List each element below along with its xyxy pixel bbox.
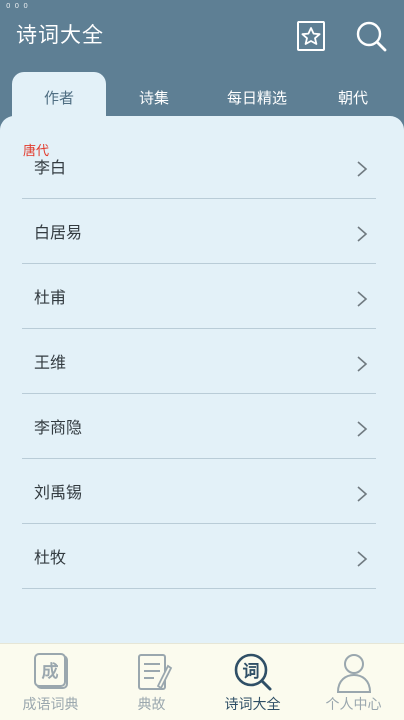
search-button[interactable] [354, 19, 388, 53]
nav-label: 诗词大全 [224, 697, 281, 713]
chevron-right-icon [357, 226, 368, 242]
app-screen: 0 0 0 诗词大全 作者 诗集 每日精选 朝代 唐代 李白 白居易 杜甫 王维… [0, 0, 404, 720]
author-name: 白居易 [34, 223, 83, 242]
tab-collections[interactable]: 诗集 [106, 72, 202, 122]
star-bookmark-icon [297, 21, 325, 51]
nav-label: 典故 [137, 697, 166, 713]
author-row-li-bai[interactable]: 李白 [22, 134, 376, 199]
author-row-bai-juyi[interactable]: 白居易 [22, 199, 376, 264]
author-name: 李白 [34, 158, 67, 177]
nav-label: 成语词典 [22, 697, 79, 713]
author-list-panel: 唐代 李白 白居易 杜甫 王维 李商隐 刘禹锡 杜牧 [0, 116, 404, 643]
app-header: 诗词大全 [0, 0, 404, 70]
author-name: 王维 [34, 353, 67, 372]
chevron-right-icon [357, 551, 368, 567]
nav-icon-glyph: 词 [243, 662, 260, 682]
nav-profile[interactable]: 个人中心 [303, 644, 404, 720]
page-title: 诗词大全 [16, 23, 104, 47]
bottom-navigation: 成 成语词典 典故 词 诗词大全 个人中心 [0, 643, 404, 720]
author-row-li-shangyin[interactable]: 李商隐 [22, 394, 376, 459]
allusion-book-icon [138, 654, 173, 690]
nav-poetry-collection[interactable]: 词 诗词大全 [202, 644, 303, 720]
author-name: 杜牧 [34, 548, 67, 567]
favorites-button[interactable] [294, 19, 328, 53]
search-icon [356, 21, 387, 52]
nav-idiom-dictionary[interactable]: 成 成语词典 [0, 644, 101, 720]
nav-icon-glyph: 成 [42, 661, 59, 682]
poetry-search-icon: 词 [234, 653, 272, 691]
idiom-dictionary-icon: 成 [34, 653, 68, 689]
author-row-du-mu[interactable]: 杜牧 [22, 524, 376, 589]
tab-bar: 作者 诗集 每日精选 朝代 [0, 72, 404, 122]
chevron-right-icon [357, 291, 368, 307]
author-name: 杜甫 [34, 288, 67, 307]
user-profile-icon [336, 654, 372, 693]
tab-daily-picks[interactable]: 每日精选 [202, 72, 312, 122]
chevron-right-icon [357, 356, 368, 372]
author-row-wang-wei[interactable]: 王维 [22, 329, 376, 394]
tab-authors[interactable]: 作者 [12, 72, 106, 122]
tab-dynasties[interactable]: 朝代 [312, 72, 394, 122]
author-row-liu-yuxi[interactable]: 刘禹锡 [22, 459, 376, 524]
chevron-right-icon [357, 486, 368, 502]
chevron-right-icon [357, 421, 368, 437]
author-name: 刘禹锡 [34, 483, 83, 502]
chevron-right-icon [357, 161, 368, 177]
nav-allusions[interactable]: 典故 [101, 644, 202, 720]
author-row-du-fu[interactable]: 杜甫 [22, 264, 376, 329]
nav-label: 个人中心 [325, 697, 382, 713]
author-name: 李商隐 [34, 418, 83, 437]
